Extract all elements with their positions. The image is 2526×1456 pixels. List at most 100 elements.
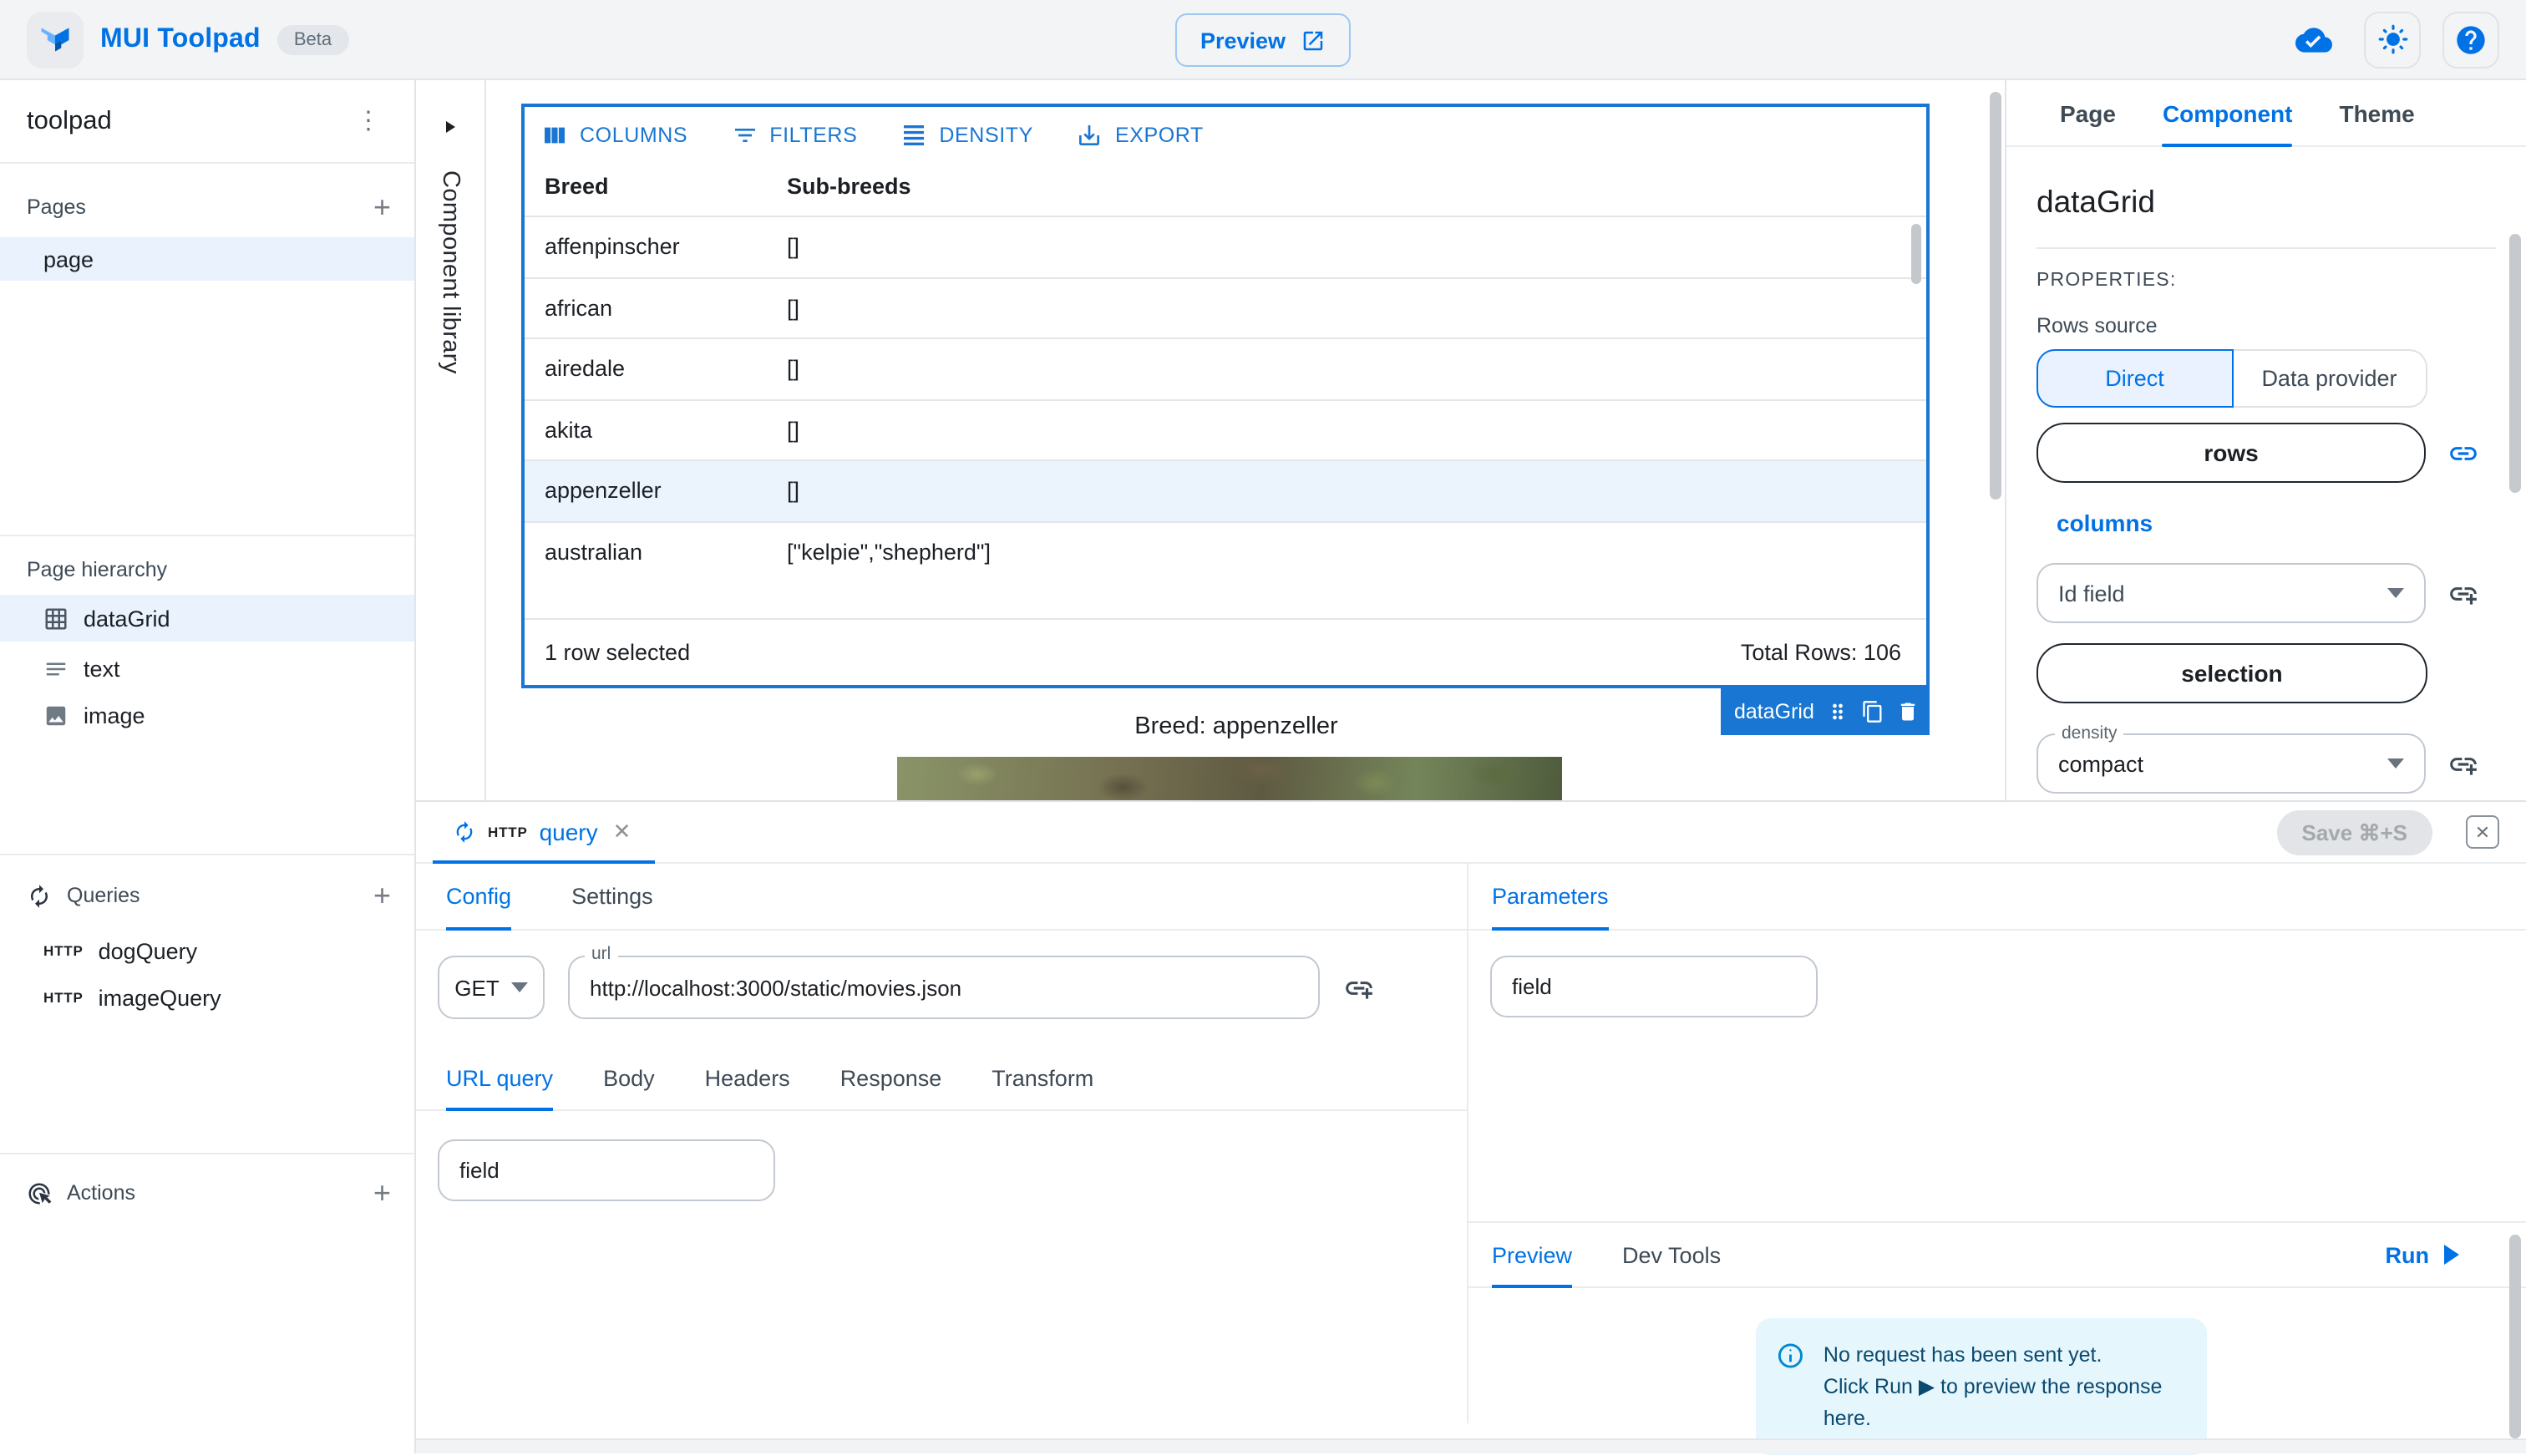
filters-toolbar-button[interactable]: FILTERS xyxy=(731,122,857,149)
columns-toolbar-button[interactable]: COLUMNS xyxy=(541,122,687,149)
theme-toggle-button[interactable] xyxy=(2364,11,2421,68)
rows-binding-button[interactable]: rows xyxy=(2037,423,2426,483)
image-component[interactable] xyxy=(897,757,1562,800)
grid-icon xyxy=(43,606,68,631)
id-field-bind-button[interactable] xyxy=(2447,577,2479,609)
text-component[interactable]: Breed: appenzeller xyxy=(486,713,1986,740)
project-header: toolpad ⋮ xyxy=(0,80,414,164)
app-bar: MUI Toolpad Beta Preview xyxy=(0,0,2526,80)
density-toolbar-button[interactable]: DENSITY xyxy=(900,122,1033,149)
http-badge: HTTP xyxy=(43,942,84,959)
rows-source-toggle: Direct Data provider xyxy=(2037,349,2427,408)
parameters-tabs: Parameters xyxy=(1468,864,2526,931)
query-item-dogquery[interactable]: HTTP dogQuery xyxy=(0,929,414,972)
tab-parameters[interactable]: Parameters xyxy=(1492,864,1609,929)
preview-scrollbar[interactable] xyxy=(2509,1235,2521,1438)
inspector-scrollbar[interactable] xyxy=(2509,234,2521,493)
datagrid-scrollbar[interactable] xyxy=(1911,224,1921,284)
rows-source-dataprovider-option[interactable]: Data provider xyxy=(2233,349,2427,408)
id-field-row: Id field xyxy=(2037,563,2479,623)
info-icon xyxy=(1776,1340,1805,1372)
divider xyxy=(0,535,414,536)
datagrid-component[interactable]: COLUMNS FILTERS DENSITY EXPORT Breed Sub… xyxy=(521,104,1930,688)
url-bind-button[interactable] xyxy=(1343,972,1375,1003)
export-toolbar-button[interactable]: EXPORT xyxy=(1077,122,1204,149)
filter-list-icon xyxy=(731,122,758,149)
sun-icon xyxy=(2376,23,2408,55)
tab-transform[interactable]: Transform xyxy=(992,1048,1093,1109)
actions-section-label: Actions xyxy=(27,1180,135,1205)
tab-dev-tools[interactable]: Dev Tools xyxy=(1622,1223,1721,1286)
column-header-breed[interactable]: Breed xyxy=(525,174,767,199)
pages-section-label: Pages xyxy=(27,195,86,219)
column-header-subbreeds[interactable]: Sub-breeds xyxy=(767,174,1926,199)
app-bar-actions xyxy=(2285,11,2499,68)
query-tab[interactable]: HTTP query ✕ xyxy=(433,802,654,862)
tab-component[interactable]: Component xyxy=(2163,80,2293,145)
tab-body[interactable]: Body xyxy=(603,1048,655,1109)
save-button[interactable]: Save ⌘+S xyxy=(2277,810,2433,855)
rows-source-direct-option[interactable]: Direct xyxy=(2037,349,2233,408)
http-badge: HTTP xyxy=(43,989,84,1006)
run-button[interactable]: Run xyxy=(2386,1242,2460,1267)
tab-url-query[interactable]: URL query xyxy=(446,1048,553,1109)
http-method-select[interactable]: GET xyxy=(438,956,545,1019)
url-input[interactable] xyxy=(568,956,1320,1019)
autorenew-icon xyxy=(27,883,52,908)
project-menu-button[interactable]: ⋮ xyxy=(346,102,391,140)
window-bottom-strip xyxy=(416,1438,2526,1453)
tab-response[interactable]: Response xyxy=(840,1048,942,1109)
tab-preview[interactable]: Preview xyxy=(1492,1223,1572,1286)
close-query-tab-button[interactable]: ✕ xyxy=(610,819,635,845)
query-item-imagequery[interactable]: HTTP imageQuery xyxy=(0,976,414,1019)
url-query-param-input[interactable] xyxy=(438,1139,775,1201)
table-row[interactable]: australian ["kelpie","shepherd"] xyxy=(525,520,1926,581)
table-row[interactable]: affenpinscher [] xyxy=(525,216,1926,276)
hierarchy-item-text[interactable]: text xyxy=(0,647,414,690)
density-icon xyxy=(900,122,927,149)
density-select[interactable]: density compact xyxy=(2037,733,2426,794)
tab-page[interactable]: Page xyxy=(2060,80,2116,145)
tab-settings[interactable]: Settings xyxy=(571,864,653,929)
add-link-icon xyxy=(2447,748,2479,779)
url-field-wrap: url xyxy=(568,956,1320,1019)
table-row-selected[interactable]: appenzeller [] xyxy=(525,459,1926,520)
close-panel-button[interactable]: ✕ xyxy=(2466,815,2499,849)
density-bind-button[interactable] xyxy=(2447,748,2479,779)
explorer-sidebar: toolpad ⋮ Pages + page Page hierarchy da… xyxy=(0,80,416,1453)
chevron-down-icon xyxy=(2387,758,2404,769)
parameter-field-wrap xyxy=(1490,956,1818,1017)
tab-headers[interactable]: Headers xyxy=(705,1048,790,1109)
tab-config[interactable]: Config xyxy=(446,864,511,929)
rows-bind-button[interactable] xyxy=(2447,437,2479,469)
autorenew-icon xyxy=(453,820,476,844)
parameter-input[interactable] xyxy=(1490,956,1818,1017)
table-row[interactable]: akita [] xyxy=(525,398,1926,459)
chevron-down-icon xyxy=(2387,588,2404,598)
config-tabs: Config Settings xyxy=(416,864,1467,931)
hierarchy-item-image[interactable]: image xyxy=(0,693,414,737)
tab-theme[interactable]: Theme xyxy=(2339,80,2414,145)
table-row[interactable]: airedale [] xyxy=(525,337,1926,398)
query-config-column: Config Settings GET url xyxy=(416,864,1468,1423)
query-editor-panel: HTTP query ✕ Save ⌘+S ✕ Config Settings … xyxy=(416,800,2526,1438)
sidebar-item-page[interactable]: page xyxy=(0,237,414,281)
datagrid-footer: 1 row selected Total Rows: 106 xyxy=(525,620,1926,685)
inspector-tabs: Page Component Theme xyxy=(2006,80,2526,147)
add-action-button[interactable]: + xyxy=(373,1178,391,1208)
add-link-icon xyxy=(2447,577,2479,609)
table-row[interactable]: african [] xyxy=(525,276,1926,337)
density-label: density xyxy=(2055,723,2124,743)
expand-library-button[interactable] xyxy=(439,117,459,137)
canvas-scrollbar[interactable] xyxy=(1990,92,2001,500)
add-query-button[interactable]: + xyxy=(373,880,391,911)
selection-binding-button[interactable]: selection xyxy=(2037,643,2427,703)
columns-editor-link[interactable]: columns xyxy=(2057,510,2153,536)
preview-button[interactable]: Preview xyxy=(1175,13,1351,67)
request-tabs: URL query Body Headers Response Transfor… xyxy=(416,1048,1467,1111)
hierarchy-item-datagrid[interactable]: dataGrid xyxy=(0,595,414,642)
divider xyxy=(2037,247,2496,249)
add-page-button[interactable]: + xyxy=(373,192,391,222)
id-field-select[interactable]: Id field xyxy=(2037,563,2426,623)
help-button[interactable] xyxy=(2442,11,2499,68)
